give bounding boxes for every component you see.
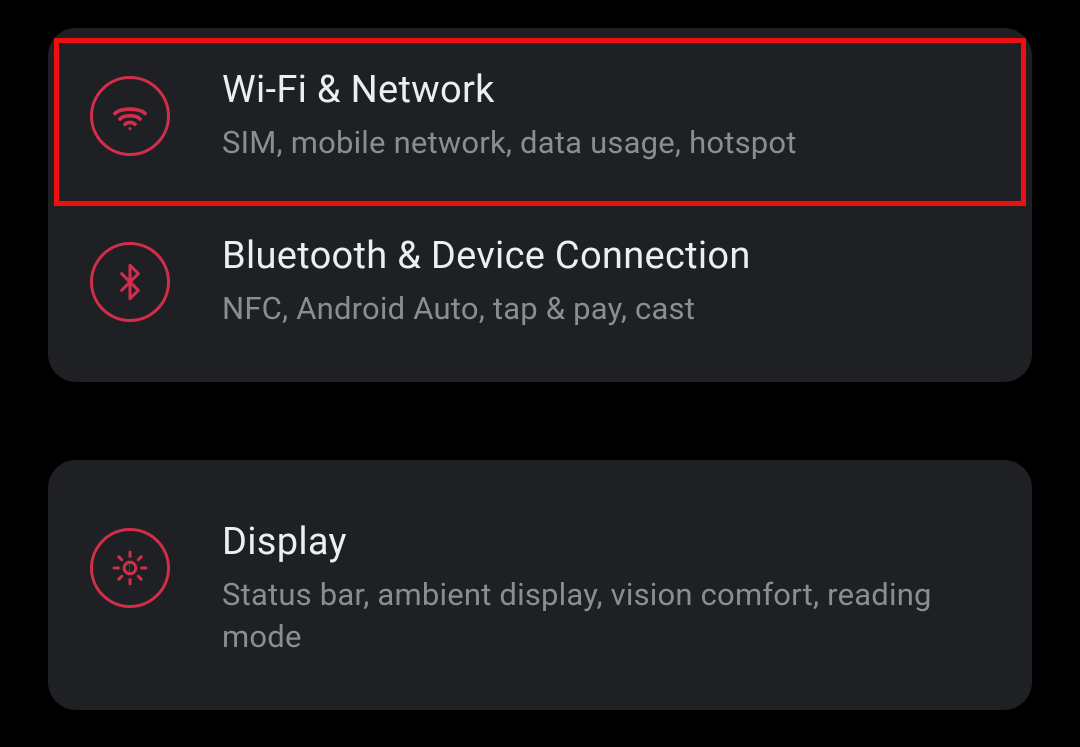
settings-card-display: Display Status bar, ambient display, vis… bbox=[48, 460, 1032, 710]
settings-item-display[interactable]: Display Status bar, ambient display, vis… bbox=[48, 460, 1032, 698]
display-title: Display bbox=[222, 520, 984, 564]
bluetooth-text-group: Bluetooth & Device Connection NFC, Andro… bbox=[222, 234, 751, 330]
wifi-subtitle: SIM, mobile network, data usage, hotspot bbox=[222, 122, 797, 164]
settings-item-wifi[interactable]: Wi-Fi & Network SIM, mobile network, dat… bbox=[48, 28, 1032, 204]
bluetooth-subtitle: NFC, Android Auto, tap & pay, cast bbox=[222, 288, 751, 330]
display-subtitle: Status bar, ambient display, vision comf… bbox=[222, 574, 984, 658]
wifi-text-group: Wi-Fi & Network SIM, mobile network, dat… bbox=[222, 68, 797, 164]
settings-card-network: Wi-Fi & Network SIM, mobile network, dat… bbox=[48, 28, 1032, 382]
wifi-title: Wi-Fi & Network bbox=[222, 68, 797, 112]
bluetooth-icon bbox=[90, 242, 170, 322]
settings-item-bluetooth[interactable]: Bluetooth & Device Connection NFC, Andro… bbox=[48, 204, 1032, 382]
display-text-group: Display Status bar, ambient display, vis… bbox=[222, 520, 984, 658]
settings-container: Wi-Fi & Network SIM, mobile network, dat… bbox=[0, 0, 1080, 710]
wifi-icon bbox=[90, 76, 170, 156]
bluetooth-title: Bluetooth & Device Connection bbox=[222, 234, 751, 278]
brightness-icon bbox=[90, 528, 170, 608]
